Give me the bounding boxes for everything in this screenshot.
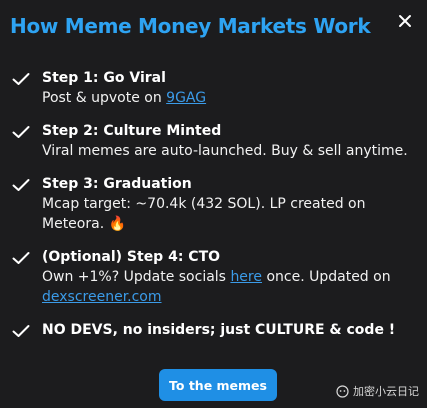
- watermark-text: 加密小云日记: [353, 385, 419, 398]
- check-icon: [12, 126, 30, 138]
- step-description-text: Post & upvote on: [42, 90, 167, 106]
- step-4: (Optional) Step 4: CTO Own +1%? Update s…: [12, 247, 417, 307]
- step-heading: NO DEVS, no insiders; just CULTURE & cod…: [42, 322, 396, 338]
- fire-emoji: 🔥: [108, 216, 127, 232]
- step-heading: Step 3: Graduation: [42, 176, 192, 192]
- modal-title: How Meme Money Markets Work: [10, 14, 371, 38]
- step-heading: Step 1: Go Viral: [42, 70, 166, 86]
- step-description-text: Mcap target: ~70.4k (432 SOL). LP create…: [42, 196, 366, 232]
- check-icon: [12, 179, 30, 191]
- check-icon: [12, 252, 30, 264]
- close-icon[interactable]: [395, 11, 415, 31]
- step-description: Mcap target: ~70.4k (432 SOL). LP create…: [42, 194, 417, 234]
- check-icon: [12, 73, 30, 85]
- 9gag-link[interactable]: 9GAG: [166, 90, 206, 106]
- here-link[interactable]: here: [230, 269, 262, 285]
- how-it-works-modal: How Meme Money Markets Work Step 1: Go V…: [0, 0, 427, 408]
- step-heading: (Optional) Step 4: CTO: [42, 249, 221, 265]
- step-description: Post & upvote on 9GAG: [42, 88, 417, 108]
- step-description-text: once. Updated on: [262, 269, 391, 285]
- dexscreener-link[interactable]: dexscreener.com: [42, 289, 162, 305]
- steps-list: Step 1: Go Viral Post & upvote on 9GAG S…: [12, 68, 417, 340]
- to-the-memes-button[interactable]: To the memes: [159, 369, 277, 401]
- step-3: Step 3: Graduation Mcap target: ~70.4k (…: [12, 174, 417, 234]
- step-heading: Step 2: Culture Minted: [42, 123, 222, 139]
- check-icon: [12, 325, 30, 337]
- watermark: 加密小云日记: [336, 383, 419, 399]
- step-description: Own +1%? Update socials here once. Updat…: [42, 267, 417, 307]
- step-description-text: Own +1%? Update socials: [42, 269, 231, 285]
- step-description: Viral memes are auto-launched. Buy & sel…: [42, 143, 408, 159]
- step-5: NO DEVS, no insiders; just CULTURE & cod…: [12, 320, 417, 340]
- wechat-icon: [336, 384, 349, 398]
- step-1: Step 1: Go Viral Post & upvote on 9GAG: [12, 68, 417, 108]
- step-2: Step 2: Culture Minted Viral memes are a…: [12, 121, 417, 161]
